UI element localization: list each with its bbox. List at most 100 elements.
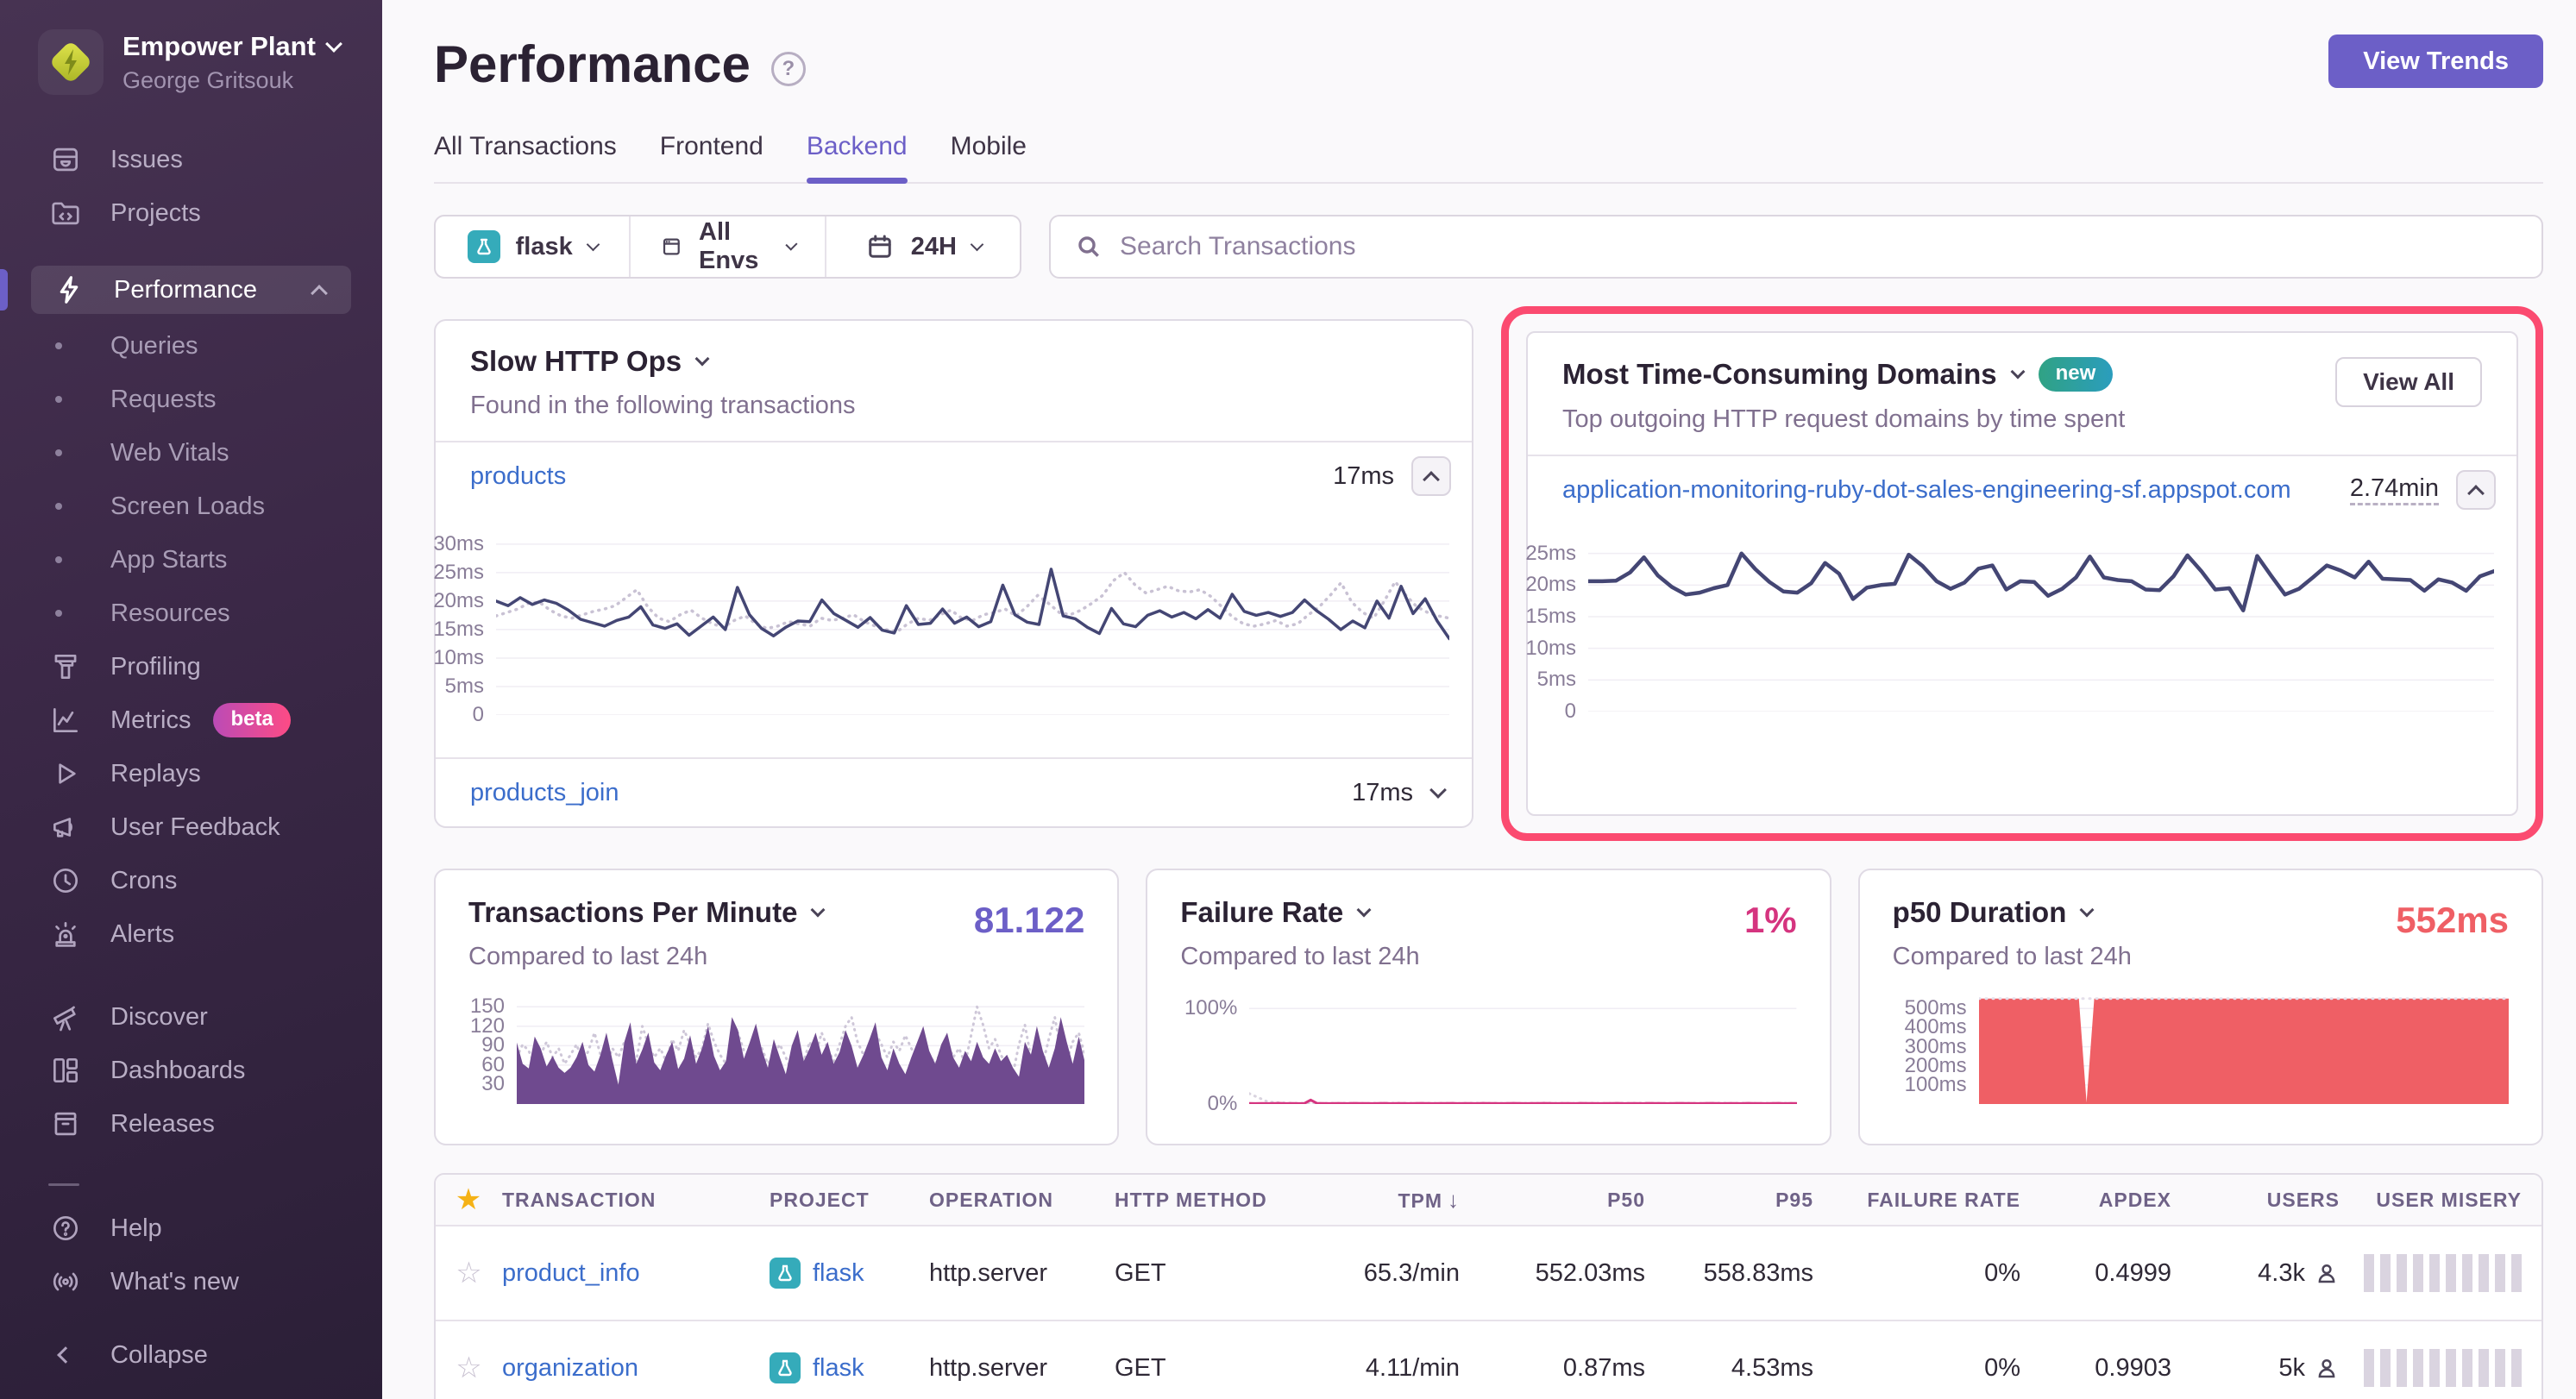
domain-link[interactable]: application-monitoring-ruby-dot-sales-en…	[1562, 476, 2291, 505]
chevron-down-icon	[695, 352, 710, 367]
tab-bar: All Transactions Frontend Backend Mobile	[434, 132, 2543, 184]
star-header-icon[interactable]: ★	[436, 1183, 502, 1217]
sidebar-item-queries[interactable]: Queries	[0, 319, 382, 373]
star-toggle-icon[interactable]: ☆	[436, 1256, 502, 1290]
sidebar-subitem-label: Resources	[110, 599, 230, 628]
performance-collapse-icon[interactable]	[311, 285, 328, 302]
column-users[interactable]: USERS	[2267, 1189, 2340, 1212]
search-transactions-input[interactable]	[1120, 232, 2517, 261]
table-header-row: ★ TRANSACTION PROJECT OPERATION HTTP MET…	[436, 1175, 2541, 1226]
p95-cell: 4.53ms	[1731, 1354, 1813, 1383]
column-operation[interactable]: OPERATION	[929, 1189, 1115, 1212]
project-cell[interactable]: flask	[770, 1352, 929, 1383]
sidebar-item-user-feedback[interactable]: User Feedback	[0, 800, 382, 854]
sidebar-subitem-label: Queries	[110, 332, 198, 361]
products-link[interactable]: products	[470, 462, 566, 491]
tab-mobile[interactable]: Mobile	[951, 132, 1027, 182]
sidebar-item-alerts[interactable]: Alerts	[0, 907, 382, 961]
failure-rate-title[interactable]: Failure Rate	[1180, 896, 1796, 929]
p50-duration-subtitle: Compared to last 24h	[1893, 943, 2509, 971]
column-p95[interactable]: P95	[1775, 1189, 1813, 1212]
p50-duration-value: 552ms	[2396, 900, 2509, 941]
transaction-link[interactable]: product_info	[502, 1259, 770, 1288]
sidebar-item-label: Performance	[114, 276, 257, 304]
new-badge: new	[2039, 357, 2114, 392]
project-filter-dropdown[interactable]: flask	[436, 216, 629, 277]
slow-http-ops-chart: 30ms25ms20ms15ms10ms5ms0	[436, 527, 1449, 715]
siren-icon	[48, 917, 83, 951]
column-tpm-sorted[interactable]: TPM↓	[1398, 1187, 1460, 1214]
collapse-products-button[interactable]	[1411, 456, 1451, 496]
sidebar-item-discover[interactable]: Discover	[0, 990, 382, 1044]
chevron-down-icon	[2010, 365, 2025, 380]
sidebar-item-help[interactable]: Help	[0, 1201, 382, 1255]
failure-rate-value: 1%	[1744, 900, 1797, 941]
sidebar-item-performance[interactable]: Performance	[31, 266, 351, 314]
slow-http-ops-title[interactable]: Slow HTTP Ops	[470, 345, 1437, 378]
sidebar-item-crons[interactable]: Crons	[0, 854, 382, 907]
column-p50[interactable]: P50	[1607, 1189, 1645, 1212]
column-failure-rate[interactable]: FAILURE RATE	[1867, 1189, 2020, 1212]
user-icon	[2314, 1355, 2340, 1381]
products-join-link[interactable]: products_join	[470, 779, 619, 807]
sidebar-item-screen-loads[interactable]: Screen Loads	[0, 480, 382, 533]
sidebar-item-dashboards[interactable]: Dashboards	[0, 1044, 382, 1097]
column-http-method[interactable]: HTTP METHOD	[1115, 1189, 1296, 1212]
sidebar-collapse-button[interactable]: Collapse	[0, 1328, 382, 1382]
domains-title[interactable]: Most Time-Consuming Domains new	[1562, 357, 2125, 392]
sidebar-item-web-vitals[interactable]: Web Vitals	[0, 426, 382, 480]
domains-subtitle: Top outgoing HTTP request domains by tim…	[1562, 405, 2125, 434]
tab-all-transactions[interactable]: All Transactions	[434, 132, 617, 182]
slow-http-ops-subtitle: Found in the following transactions	[470, 392, 1437, 420]
user-icon	[2314, 1260, 2340, 1286]
sidebar-item-metrics[interactable]: Metrics beta	[0, 693, 382, 747]
tpm-chart: 150120906030	[468, 997, 1084, 1104]
products-duration: 17ms	[1333, 462, 1394, 491]
app-root: Empower Plant George Gritsouk Issues Pro…	[0, 0, 2576, 1399]
sidebar-item-whats-new[interactable]: What's new	[0, 1255, 382, 1308]
collapse-domain-button[interactable]	[2456, 470, 2496, 510]
p95-cell: 558.83ms	[1704, 1259, 1813, 1288]
star-toggle-icon[interactable]: ☆	[436, 1351, 502, 1385]
project-cell[interactable]: flask	[770, 1258, 929, 1289]
search-icon	[1075, 233, 1103, 260]
window-icon	[660, 231, 683, 262]
tab-backend[interactable]: Backend	[807, 132, 908, 182]
sidebar-item-releases[interactable]: Releases	[0, 1097, 382, 1151]
column-project[interactable]: PROJECT	[770, 1189, 929, 1212]
sidebar-item-app-starts[interactable]: App Starts	[0, 533, 382, 587]
column-apdex[interactable]: APDEX	[2099, 1189, 2171, 1212]
sidebar-item-projects[interactable]: Projects	[0, 186, 382, 240]
org-switcher[interactable]: Empower Plant George Gritsouk	[0, 0, 382, 95]
column-user-misery[interactable]: USER MISERY	[2376, 1189, 2522, 1212]
transactions-table: ★ TRANSACTION PROJECT OPERATION HTTP MET…	[434, 1173, 2543, 1399]
user-misery-bars	[2364, 1254, 2522, 1292]
collapse-chevron-icon	[48, 1338, 83, 1372]
expand-products-join-button[interactable]	[1429, 781, 1447, 799]
domain-time-spent[interactable]: 2.74min	[2350, 474, 2439, 505]
table-row: ☆ product_info flask http.server GET 65.…	[436, 1226, 2541, 1321]
tab-frontend[interactable]: Frontend	[660, 132, 763, 182]
view-all-button[interactable]: View All	[2335, 357, 2482, 407]
sidebar-item-profiling[interactable]: Profiling	[0, 640, 382, 693]
failure-rate-cell: 0%	[1984, 1259, 2020, 1288]
sidebar-item-issues[interactable]: Issues	[0, 133, 382, 186]
collapse-label: Collapse	[110, 1341, 208, 1370]
env-filter-dropdown[interactable]: All Envs	[629, 216, 824, 277]
sidebar-item-replays[interactable]: Replays	[0, 747, 382, 800]
sidebar-item-resources[interactable]: Resources	[0, 587, 382, 640]
time-filter-dropdown[interactable]: 24H	[825, 216, 1020, 277]
sidebar-item-requests[interactable]: Requests	[0, 373, 382, 426]
help-circle-icon[interactable]: ?	[771, 52, 806, 86]
calendar-icon	[864, 231, 895, 262]
empower-plant-logo-icon	[44, 35, 97, 89]
sidebar-item-label: Profiling	[110, 653, 201, 681]
domain-row: application-monitoring-ruby-dot-sales-en…	[1528, 455, 2516, 524]
sidebar-item-label: Help	[110, 1214, 162, 1243]
transaction-link[interactable]: organization	[502, 1354, 770, 1383]
p50-duration-card: p50 Duration 552ms Compared to last 24h …	[1858, 869, 2543, 1145]
http-method-cell: GET	[1115, 1259, 1296, 1288]
sidebar-subitem-label: Screen Loads	[110, 492, 265, 521]
column-transaction[interactable]: TRANSACTION	[502, 1189, 770, 1212]
view-trends-button[interactable]: View Trends	[2328, 35, 2543, 88]
